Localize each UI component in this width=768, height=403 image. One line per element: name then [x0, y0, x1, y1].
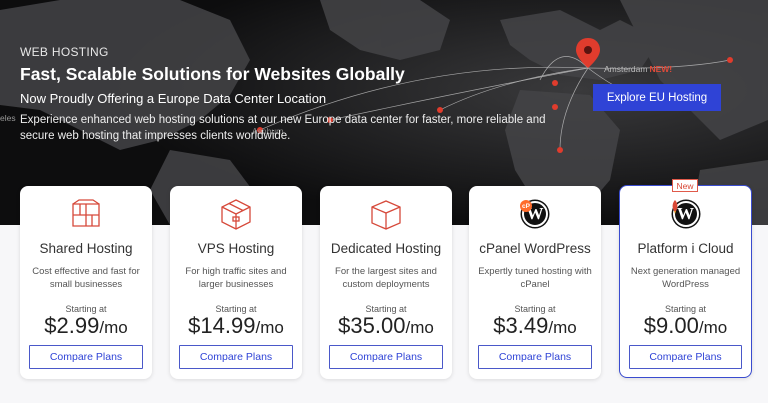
plan-title: Platform i Cloud [637, 241, 734, 256]
hero-subhead: Now Proudly Offering a Europe Data Cente… [20, 91, 327, 106]
cpanel-wordpress-icon: W cP [518, 198, 552, 230]
compare-plans-button-dedicated[interactable]: Compare Plans [329, 345, 443, 369]
hero-text-block: WEB HOSTING Fast, Scalable Solutions for… [20, 45, 575, 144]
plan-title: cPanel WordPress [479, 241, 591, 256]
price-amount: $9.00 [643, 313, 699, 338]
plan-description: Expertly tuned hosting with cPanel [478, 266, 592, 290]
plan-title: VPS Hosting [197, 241, 275, 256]
plan-price: $3.49/mo [469, 313, 601, 339]
plan-card-platform-i-cloud: W Platform i Cloud Next generation manag… [619, 185, 752, 378]
price-period: /mo [548, 318, 577, 337]
cpanel-badge: cP [520, 200, 532, 212]
map-label-left: eles [0, 113, 16, 123]
compare-plans-button-vps[interactable]: Compare Plans [179, 345, 293, 369]
plan-price: $9.00/mo [620, 313, 751, 339]
server-box-icon [369, 198, 403, 230]
plan-description: Cost effective and fast for small busine… [32, 266, 140, 290]
price-amount: $3.49 [493, 313, 549, 338]
rocket-icon [672, 200, 677, 214]
amsterdam-label: Amsterdam [604, 64, 648, 74]
hero-description: Experience enhanced web hosting solution… [20, 114, 546, 142]
map-label-amsterdam: Amsterdam NEW! [604, 64, 672, 74]
price-amount: $35.00 [338, 313, 406, 338]
wordpress-icon: W [669, 198, 703, 230]
compare-plans-button-platform-i-cloud[interactable]: Compare Plans [629, 345, 742, 369]
compare-plans-button-cpanel-wordpress[interactable]: Compare Plans [478, 345, 592, 369]
plan-title: Shared Hosting [39, 241, 133, 256]
price-period: /mo [99, 318, 128, 337]
plan-description: Next generation managed WordPress [630, 266, 741, 290]
hero-headline: Fast, Scalable Solutions for Websites Gl… [20, 64, 405, 84]
amsterdam-new-label: NEW! [649, 64, 673, 74]
plan-card-vps: VPS Hosting For high traffic sites and l… [170, 186, 302, 379]
plan-card-dedicated: Dedicated Hosting For the largest sites … [320, 186, 452, 379]
plan-description: For the largest sites and custom deploym… [335, 266, 437, 290]
plan-price: $35.00/mo [320, 313, 452, 339]
cube-icon [219, 198, 253, 230]
compare-plans-button-shared[interactable]: Compare Plans [29, 345, 143, 369]
hero-eyebrow: WEB HOSTING [20, 45, 109, 59]
plan-price: $2.99/mo [20, 313, 152, 339]
price-period: /mo [255, 318, 284, 337]
plan-title: Dedicated Hosting [330, 241, 442, 256]
plan-price: $14.99/mo [170, 313, 302, 339]
plan-description: For high traffic sites and larger busine… [185, 266, 287, 290]
price-amount: $2.99 [44, 313, 100, 338]
plan-card-shared: Shared Hosting Cost effective and fast f… [20, 186, 152, 379]
explore-eu-hosting-button[interactable]: Explore EU Hosting [593, 84, 721, 111]
price-period: /mo [405, 318, 434, 337]
plan-card-cpanel-wordpress: W cP cPanel WordPress Expertly tuned hos… [469, 186, 601, 379]
price-amount: $14.99 [188, 313, 256, 338]
box-icon [69, 198, 103, 230]
price-period: /mo [698, 318, 728, 337]
